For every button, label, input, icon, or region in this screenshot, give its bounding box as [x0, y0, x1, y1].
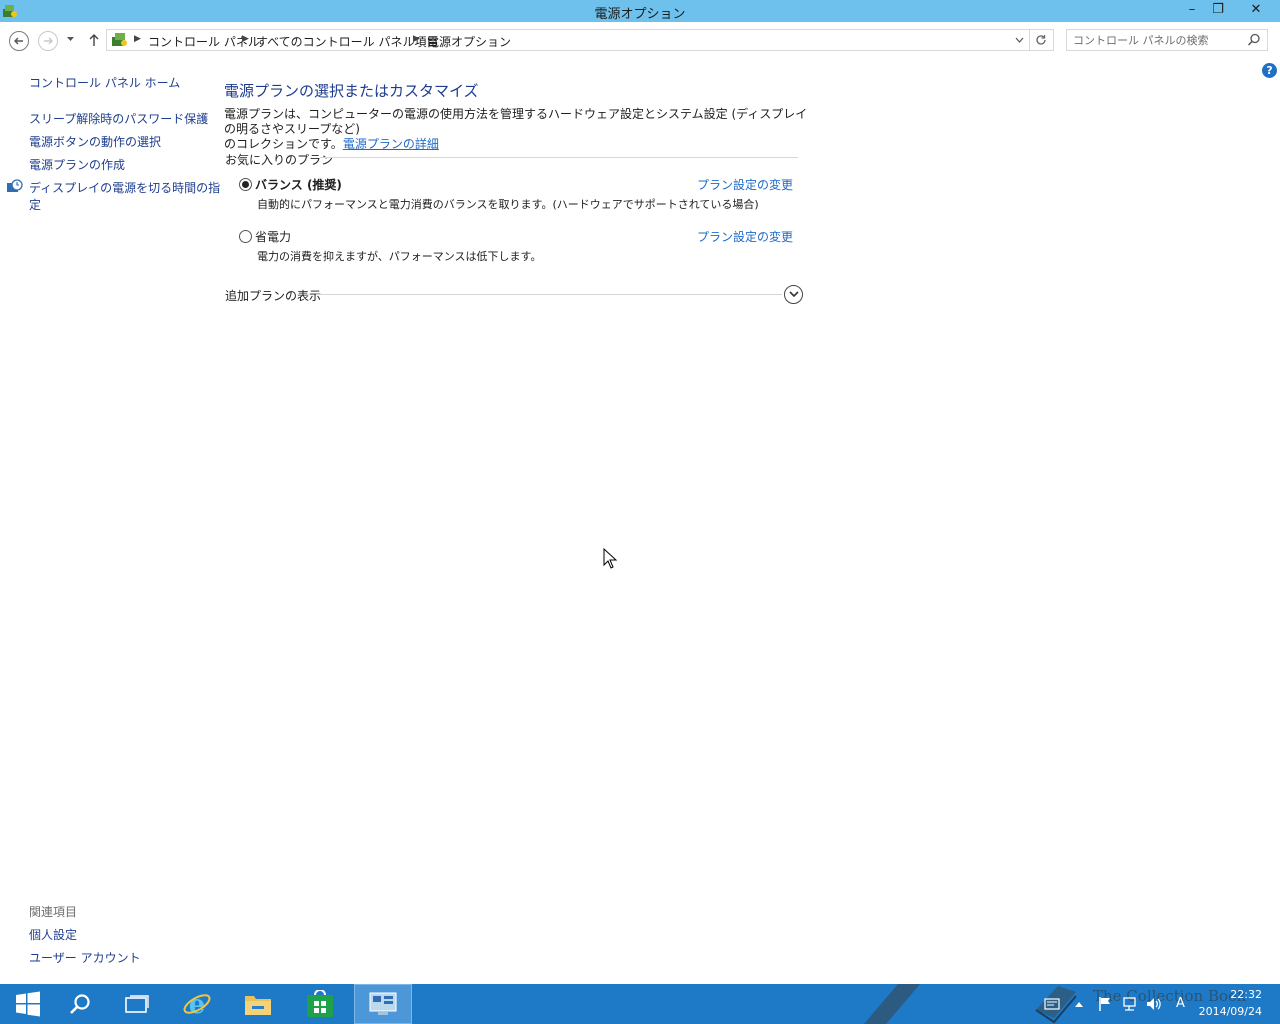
action-center-icon[interactable] — [1044, 997, 1060, 1011]
taskbar: e The Collection Book A 22:32 2014/09/24 — [0, 984, 1280, 1024]
refresh-icon — [1036, 35, 1046, 45]
breadcrumb-separator-icon[interactable]: ▶ — [413, 34, 420, 44]
window-title: 電源オプション — [594, 7, 686, 22]
internet-explorer-icon: e — [183, 990, 211, 1019]
file-explorer-button[interactable] — [230, 984, 286, 1024]
help-button[interactable]: ? — [1262, 63, 1277, 78]
breadcrumb-separator-icon[interactable]: ▶ — [134, 34, 141, 44]
address-bar[interactable]: ▶ コントロール パネル ▶ すべてのコントロール パネル項目 ▶ 電源オプショ… — [106, 29, 1030, 51]
title-bar: 電源オプション – ❐ ✕ — [0, 0, 1280, 22]
power-saver-plan-name[interactable]: 省電力 — [255, 228, 291, 245]
page-description: 電源プランは、コンピューターの電源の使用方法を管理するハードウェア設定とシステム… — [224, 107, 814, 152]
refresh-button[interactable] — [1030, 29, 1054, 51]
svg-text:e: e — [189, 990, 206, 1019]
forward-arrow-icon — [44, 37, 53, 45]
decorative-stripe — [864, 984, 920, 1024]
display-off-time-link-line2: 定 — [29, 198, 42, 212]
internet-explorer-button[interactable]: e — [169, 984, 225, 1024]
control-panel-icon — [369, 992, 397, 1015]
related-items-title: 関連項目 — [29, 905, 78, 919]
control-panel-home-link[interactable]: コントロール パネル ホーム — [29, 74, 180, 91]
show-hidden-icons-icon[interactable] — [1074, 999, 1084, 1009]
back-button[interactable] — [9, 31, 29, 51]
chevron-down-icon[interactable] — [1015, 37, 1024, 43]
display-off-time-link[interactable]: ディスプレイの電源を切る時間の指 定 — [29, 179, 220, 213]
search-taskbar-button[interactable] — [52, 984, 108, 1024]
balanced-change-settings-link[interactable]: プラン設定の変更 — [697, 176, 793, 193]
search-input[interactable] — [1073, 32, 1243, 48]
maximize-button[interactable]: ❐ — [1204, 0, 1232, 20]
balanced-plan-radio[interactable] — [239, 178, 252, 191]
display-off-time-link-line1: ディスプレイの電源を切る時間の指 — [29, 181, 221, 195]
file-explorer-icon — [245, 996, 271, 1015]
power-saver-change-settings-link[interactable]: プラン設定の変更 — [697, 228, 793, 245]
mouse-cursor-icon — [603, 548, 617, 569]
breadcrumb-all-items[interactable]: すべてのコントロール パネル項目 — [256, 33, 439, 50]
power-saver-plan-description: 電力の消費を抑えますが、パフォーマンスは低下します。 — [257, 250, 542, 263]
balanced-plan-name[interactable]: バランス (推奨) — [255, 176, 342, 193]
power-saver-plan-radio[interactable] — [239, 230, 252, 243]
page-title: 電源プランの選択またはカスタマイズ — [224, 82, 479, 100]
power-button-action-link[interactable]: 電源ボタンの動作の選択 — [29, 133, 161, 150]
clock-time[interactable]: 22:32 — [1200, 988, 1262, 1001]
minimize-button[interactable]: – — [1178, 0, 1206, 20]
control-panel-icon — [112, 33, 127, 46]
description-line1: 電源プランは、コンピューターの電源の使用方法を管理するハードウェア設定とシステム… — [224, 107, 808, 136]
control-panel-taskbar-button[interactable] — [354, 984, 412, 1024]
volume-icon[interactable] — [1146, 996, 1162, 1012]
clock-monitor-icon — [7, 179, 23, 192]
task-view-icon — [125, 995, 149, 1013]
create-power-plan-link[interactable]: 電源プランの作成 — [29, 156, 125, 173]
description-line2: のコレクションです。 — [224, 137, 343, 151]
start-button[interactable] — [0, 984, 56, 1024]
chevron-down-icon — [789, 291, 799, 298]
wake-password-link[interactable]: スリープ解除時のパスワード保護 — [29, 110, 208, 127]
breadcrumb-power-options[interactable]: 電源オプション — [427, 33, 511, 50]
search-icon — [70, 994, 90, 1014]
clock-date[interactable]: 2014/09/24 — [1196, 1005, 1262, 1018]
divider — [320, 157, 798, 158]
favorite-plans-label: お気に入りのプラン — [225, 153, 334, 167]
network-icon[interactable] — [1122, 996, 1138, 1012]
user-accounts-link[interactable]: ユーザー アカウント — [29, 949, 141, 966]
power-plan-details-link[interactable]: 電源プランの詳細 — [343, 137, 439, 151]
show-additional-plans-label[interactable]: 追加プランの表示 — [225, 287, 321, 304]
divider — [316, 294, 782, 295]
breadcrumb-separator-icon[interactable]: ▶ — [242, 34, 249, 44]
recent-locations-icon[interactable] — [66, 36, 75, 42]
flag-icon[interactable] — [1098, 996, 1112, 1012]
up-arrow-icon[interactable] — [87, 33, 101, 47]
close-button[interactable]: ✕ — [1238, 0, 1274, 20]
search-box[interactable] — [1066, 29, 1268, 51]
task-view-button[interactable] — [109, 984, 165, 1024]
search-icon[interactable] — [1247, 33, 1261, 47]
navigation-bar: ▶ コントロール パネル ▶ すべてのコントロール パネル項目 ▶ 電源オプショ… — [0, 22, 1280, 60]
expand-additional-plans-button[interactable] — [784, 285, 803, 304]
forward-button[interactable] — [38, 31, 58, 51]
balanced-plan-description: 自動的にパフォーマンスと電力消費のバランスを取ります。(ハードウェアでサポートさ… — [257, 198, 759, 211]
back-arrow-icon — [14, 37, 23, 45]
ime-mode-indicator[interactable]: A — [1176, 996, 1185, 1011]
windows-logo-icon — [16, 991, 40, 1017]
personalization-link[interactable]: 個人設定 — [29, 926, 77, 943]
store-icon — [307, 990, 333, 1017]
store-button[interactable] — [292, 984, 348, 1024]
